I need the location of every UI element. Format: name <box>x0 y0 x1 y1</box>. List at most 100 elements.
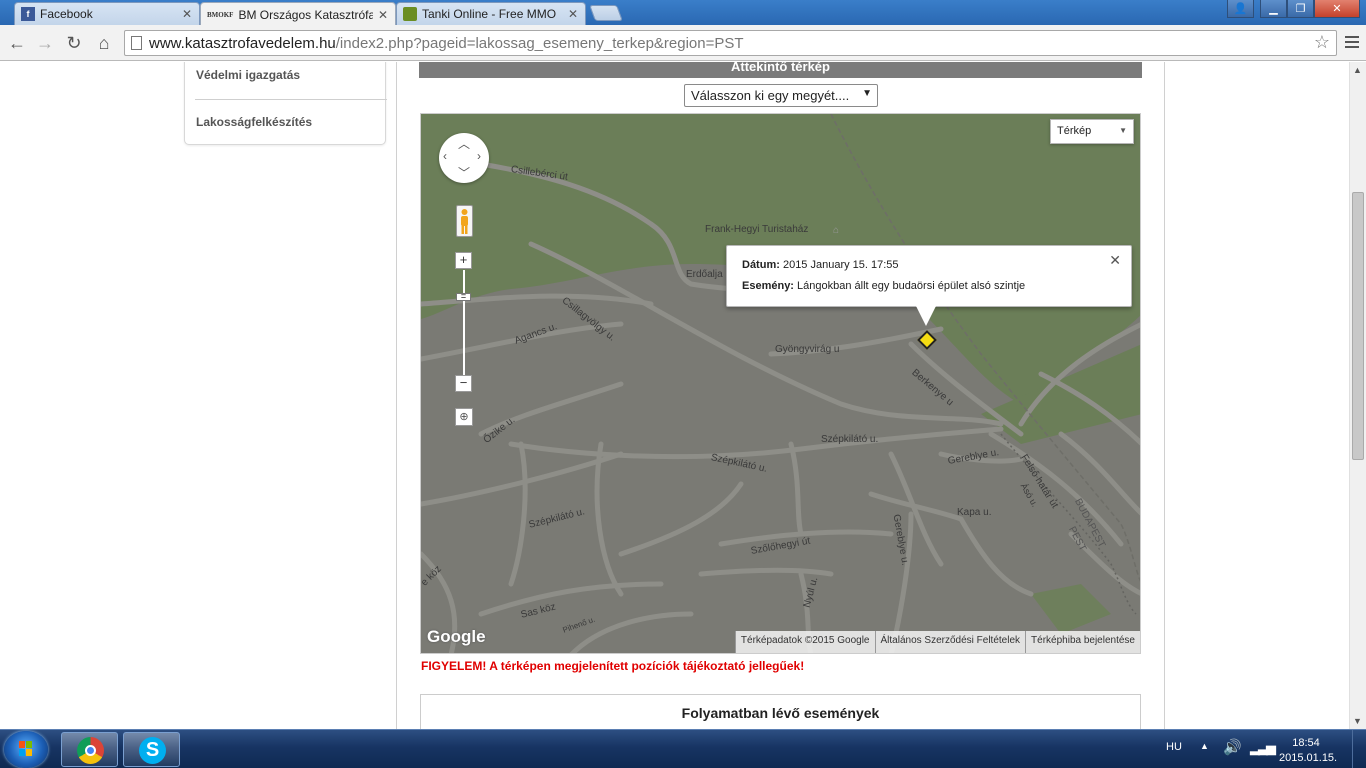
hotel-icon: ⌂ <box>833 225 840 236</box>
dropdown-arrow-icon: ▼ <box>1119 126 1127 135</box>
section-title: Áttekintő térkép <box>419 62 1142 78</box>
speaker-icon[interactable]: 🔊 <box>1223 738 1242 756</box>
tab-strip: f Facebook ✕ BMOKF BM Országos Katasztró… <box>0 0 1366 26</box>
url-host: www.katasztrofavedelem.hu <box>149 35 336 52</box>
taskbar-skype[interactable]: S <box>123 732 180 767</box>
window-close-button[interactable]: ✕ <box>1314 0 1360 18</box>
start-button[interactable] <box>4 731 48 768</box>
poi-label: Frank-Hegyi Turistaház <box>705 224 809 235</box>
scroll-up-arrow-icon[interactable]: ▲ <box>1353 65 1362 75</box>
county-select-value: Válasszon ki egy megyét.... <box>691 88 850 103</box>
bmokf-favicon-icon: BMOKF <box>207 10 234 19</box>
zoom-magnifier-icon[interactable]: ⊕ <box>455 408 473 426</box>
close-icon[interactable]: ✕ <box>1109 252 1121 269</box>
street-label: Erdőalja <box>686 269 723 280</box>
zoom-slider-track[interactable] <box>463 270 465 376</box>
tab-label: BM Országos Katasztrófav <box>238 7 373 22</box>
tab-facebook[interactable]: f Facebook ✕ <box>14 2 200 25</box>
close-icon[interactable]: ✕ <box>181 7 193 21</box>
show-desktop-button[interactable] <box>1352 730 1366 768</box>
event-label: Esemény: <box>742 280 794 292</box>
new-tab-button[interactable] <box>589 5 623 21</box>
scrollbar-thumb[interactable] <box>1352 192 1364 460</box>
zoom-slider-handle[interactable]: = <box>456 292 471 301</box>
street-label: Kapa u. <box>957 507 992 518</box>
forward-button[interactable]: → <box>33 31 57 55</box>
url-text[interactable]: www.katasztrofavedelem.hu/index2.php?pag… <box>149 35 744 52</box>
main-content: Áttekintő térkép Válasszon ki egy megyét… <box>396 62 1165 729</box>
zoom-in-button[interactable]: + <box>455 252 472 269</box>
address-bar[interactable]: www.katasztrofavedelem.hu/index2.php?pag… <box>124 30 1337 56</box>
chrome-icon <box>77 737 104 764</box>
ongoing-events-title: Folyamatban lévő események <box>681 705 880 721</box>
show-hidden-icons-arrow-icon[interactable]: ▲ <box>1200 741 1209 751</box>
tank-icon <box>403 7 417 21</box>
event-date-row: Dátum: 2015 January 15. 17:55 <box>742 259 899 271</box>
divider <box>195 99 387 100</box>
chrome-menu-button[interactable] <box>1343 31 1361 53</box>
google-logo: Google <box>427 627 486 646</box>
chevron-left-icon[interactable]: ‹ <box>443 149 447 163</box>
sidebar-item-vedelmi-igazgatas[interactable]: Védelmi igazgatás <box>196 68 300 82</box>
home-icon: ⌂ <box>98 32 110 53</box>
user-icon: 👤 <box>1233 3 1248 15</box>
ongoing-events-panel: Folyamatban lévő események <box>420 694 1141 729</box>
network-signal-icon[interactable]: ▂▃▅ <box>1250 740 1276 756</box>
page-viewport: Védelmi igazgatás Lakosságfelkészítés Át… <box>0 62 1349 729</box>
back-button[interactable]: ← <box>5 31 29 55</box>
skype-icon: S <box>139 737 166 764</box>
county-select[interactable]: Válasszon ki egy megyét.... ▼ <box>684 84 878 107</box>
date-label: Dátum: <box>742 259 780 271</box>
close-icon[interactable]: ✕ <box>567 7 579 21</box>
minimize-icon: ▁ <box>1269 3 1278 15</box>
page-icon <box>131 36 142 50</box>
chevron-down-icon[interactable]: ﹀ <box>458 164 470 181</box>
map-basemap <box>421 114 1140 653</box>
street-view-pegman-icon[interactable] <box>456 205 473 237</box>
clock-time: 18:54 <box>1292 737 1320 749</box>
arrow-left-icon: ← <box>8 32 26 53</box>
arrow-right-icon: → <box>36 32 54 53</box>
maximize-button[interactable]: ❐ <box>1287 0 1314 18</box>
sidebar-item-lakossagfelkeszites[interactable]: Lakosságfelkészítés <box>196 115 312 129</box>
street-label: Szépkilátó u. <box>821 434 879 445</box>
profile-button[interactable]: 👤 <box>1227 0 1254 18</box>
date-value: 2015 January 15. 17:55 <box>782 259 899 271</box>
clock[interactable]: 18:54 2015.01.15. <box>1279 736 1338 766</box>
bookmark-star-icon[interactable]: ☆ <box>1314 32 1330 53</box>
browser-toolbar: ← → ↻ ⌂ www.katasztrofavedelem.hu/index2… <box>0 25 1366 61</box>
home-button[interactable]: ⌂ <box>92 31 116 55</box>
windows-taskbar: S HU ▲ 🔊 ▂▃▅ 18:54 2015.01.15. <box>0 729 1366 768</box>
event-value: Lángokban állt egy budaörsi épület alsó … <box>797 280 1026 292</box>
event-description-row: Esemény: Lángokban állt egy budaörsi épü… <box>742 280 1025 292</box>
map-type-select[interactable]: Térkép ▼ <box>1050 119 1134 144</box>
reload-button[interactable]: ↻ <box>62 31 86 55</box>
windows-logo-icon <box>19 741 32 756</box>
tab-label: Tanki Online - Free MMO <box>422 7 557 21</box>
taskbar-chrome[interactable] <box>61 732 118 767</box>
pan-control[interactable]: ︿ ﹀ ‹ › <box>439 133 489 183</box>
close-icon: ✕ <box>1332 3 1342 15</box>
street-label: Gyöngyvirág u <box>775 344 840 355</box>
close-icon[interactable]: ✕ <box>377 8 389 22</box>
tab-bm-oktf[interactable]: BMOKF BM Országos Katasztrófav ✕ <box>200 2 396 26</box>
event-map[interactable]: Csillebérci út Frank-Hegyi Turistaház ⌂ … <box>420 113 1141 654</box>
minimize-button[interactable]: ▁ <box>1260 0 1287 18</box>
report-map-error-link[interactable]: Térképhiba bejelentése <box>1025 631 1140 653</box>
facebook-icon: f <box>21 7 35 21</box>
chevron-right-icon[interactable]: › <box>477 149 481 163</box>
language-indicator[interactable]: HU <box>1166 741 1182 753</box>
chevron-up-icon[interactable]: ︿ <box>458 135 470 152</box>
clock-date: 2015.01.15. <box>1279 752 1338 764</box>
tab-tanki-online[interactable]: Tanki Online - Free MMO ✕ <box>396 2 586 25</box>
scroll-down-arrow-icon[interactable]: ▼ <box>1353 716 1362 726</box>
menu-icon <box>1345 36 1359 38</box>
tab-label: Facebook <box>40 7 93 21</box>
map-type-value: Térkép <box>1057 125 1092 137</box>
dropdown-arrow-icon: ▼ <box>862 88 872 99</box>
event-info-window: Dátum: 2015 January 15. 17:55 Esemény: L… <box>726 245 1132 307</box>
zoom-out-button[interactable]: − <box>455 375 472 392</box>
vertical-scrollbar[interactable]: ▲ ▼ <box>1349 62 1366 729</box>
map-attribution: Térképadatok ©2015 Google Általános Szer… <box>734 631 1140 653</box>
terms-link[interactable]: Általános Szerződési Feltételek <box>874 631 1026 653</box>
